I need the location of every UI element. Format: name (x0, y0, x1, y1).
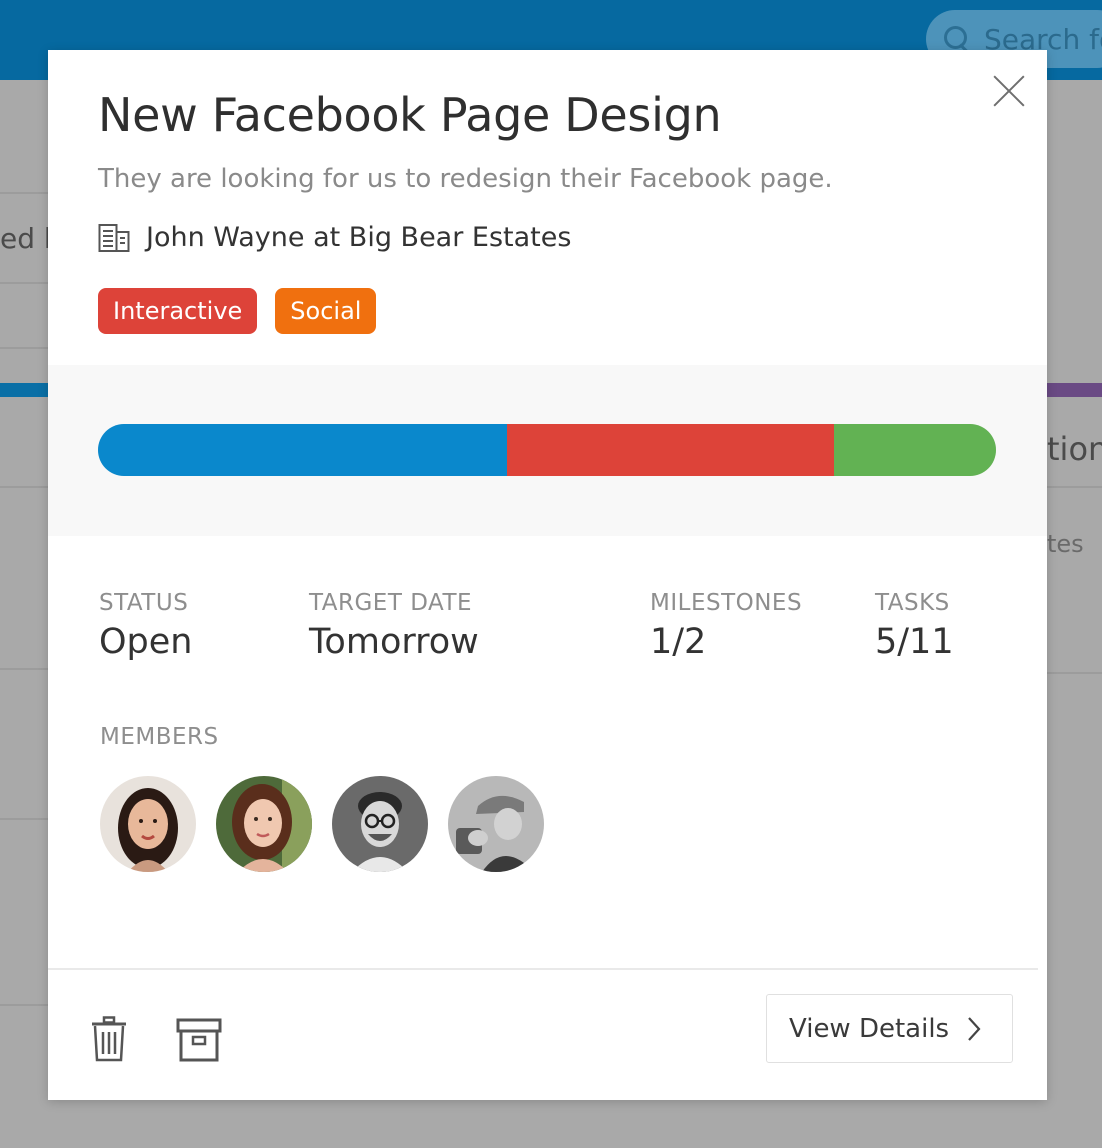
footer-divider (48, 968, 1038, 970)
background-divider (0, 486, 48, 488)
view-details-button[interactable]: View Details (766, 994, 1013, 1063)
avatar[interactable] (448, 776, 544, 872)
stat-target-date: TARGET DATE Tomorrow (309, 590, 479, 662)
stat-value: 1/2 (650, 622, 707, 662)
stat-label: MILESTONES (650, 590, 803, 616)
background-divider (1047, 486, 1102, 488)
close-icon[interactable] (992, 74, 1026, 108)
background-divider (0, 192, 48, 194)
stat-label: TASKS (875, 590, 950, 616)
member-list (100, 776, 564, 872)
progress-segment (506, 424, 835, 476)
progress-segment (834, 424, 996, 476)
background-divider (0, 282, 48, 284)
avatar[interactable] (216, 776, 312, 872)
members-label: MEMBERS (100, 724, 219, 750)
archive-box-icon[interactable] (176, 1018, 222, 1066)
stat-tasks: TASKS 5/11 (875, 590, 954, 662)
stat-status: STATUS Open (99, 590, 192, 662)
background-divider (0, 668, 48, 670)
project-title: New Facebook Page Design (98, 88, 722, 142)
background-divider (0, 1004, 48, 1006)
building-icon (98, 223, 130, 252)
stat-value: 5/11 (875, 622, 954, 662)
stat-value: Open (99, 622, 193, 662)
stat-label: STATUS (99, 590, 189, 616)
progress-section (48, 365, 1047, 536)
search-icon (944, 26, 970, 52)
project-description: They are looking for us to redesign thei… (98, 164, 833, 194)
avatar[interactable] (100, 776, 196, 872)
trash-icon[interactable] (90, 1016, 128, 1066)
client-info: John Wayne at Big Bear Estates (98, 222, 571, 253)
background-divider (0, 347, 48, 349)
background-text: tes (1047, 530, 1084, 558)
stat-value: Tomorrow (309, 622, 479, 662)
background-card-band (0, 383, 48, 397)
stat-label: TARGET DATE (309, 590, 473, 616)
tag-interactive[interactable]: Interactive (98, 288, 258, 334)
avatar[interactable] (332, 776, 428, 872)
background-card-band (1047, 383, 1102, 397)
project-detail-modal: New Facebook Page Design They are lookin… (48, 50, 1047, 1100)
view-details-label: View Details (789, 1013, 950, 1044)
tag-list: Interactive Social (98, 288, 394, 334)
progress-bar (98, 424, 996, 476)
chevron-right-icon (968, 1016, 981, 1041)
client-name: John Wayne at Big Bear Estates (146, 222, 572, 253)
background-divider (1047, 672, 1102, 674)
background-divider (0, 818, 48, 820)
tag-social[interactable]: Social (275, 288, 377, 334)
progress-segment (98, 424, 507, 476)
stat-milestones: MILESTONES 1/2 (650, 590, 802, 662)
background-text: tion (1047, 430, 1102, 468)
